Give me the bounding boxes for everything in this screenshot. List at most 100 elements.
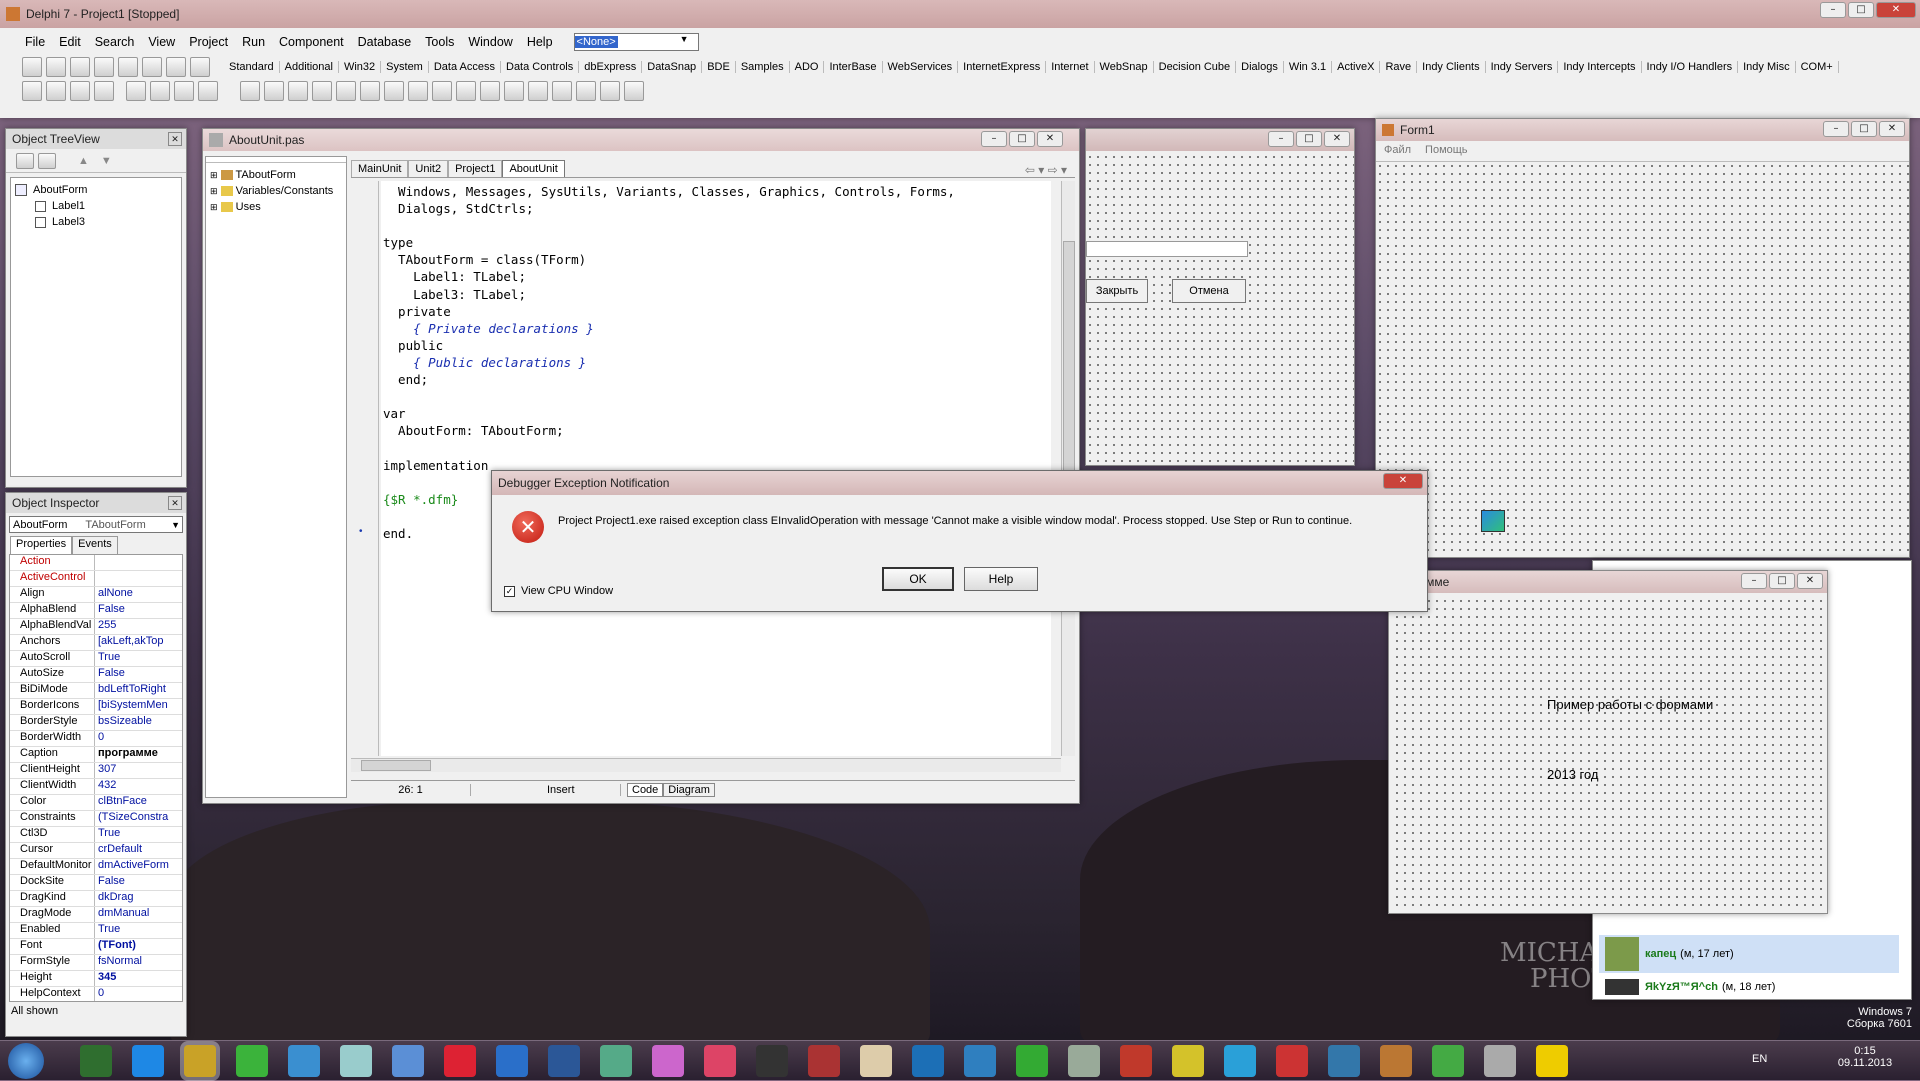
property-row[interactable]: ClientHeight 307 xyxy=(10,763,182,779)
taskbar-app-icon[interactable] xyxy=(1328,1045,1360,1077)
save-all-icon[interactable] xyxy=(94,57,114,77)
taskbar-app-icon[interactable] xyxy=(80,1045,112,1077)
menu-help-ru[interactable]: Помощь xyxy=(1425,144,1468,156)
new-item-icon[interactable] xyxy=(16,152,34,169)
palette-tab[interactable]: ADO xyxy=(790,61,825,73)
palette-tab[interactable]: Indy Intercepts xyxy=(1558,61,1642,73)
tree-item[interactable]: Label3 xyxy=(15,214,177,230)
menu-component[interactable]: Component xyxy=(272,35,351,49)
help-icon[interactable] xyxy=(190,57,210,77)
menu-tools[interactable]: Tools xyxy=(418,35,461,49)
taskbar-app-icon[interactable] xyxy=(1276,1045,1308,1077)
tab-code[interactable]: Code xyxy=(627,782,664,797)
close-button[interactable]: ✕ xyxy=(1797,573,1823,589)
property-value[interactable]: fsNormal xyxy=(95,955,182,970)
palette-tab[interactable]: Indy Misc xyxy=(1738,61,1796,73)
trace-into-icon[interactable] xyxy=(174,81,194,101)
toggle-icon[interactable] xyxy=(70,81,90,101)
property-row[interactable]: DragMode dmManual xyxy=(10,907,182,923)
property-value[interactable]: [akLeft,akTop xyxy=(95,635,182,650)
taskbar-app-icon[interactable] xyxy=(860,1045,892,1077)
menu-view[interactable]: View xyxy=(141,35,182,49)
property-row[interactable]: Constraints (TSizeConstra xyxy=(10,811,182,827)
property-value[interactable]: 0 xyxy=(95,987,182,1001)
chat-user-row[interactable]: капец (м, 17 лет) xyxy=(1599,935,1899,973)
property-value[interactable]: False xyxy=(95,603,182,618)
property-value[interactable]: False xyxy=(95,875,182,890)
tree-item-root[interactable]: AboutForm xyxy=(15,182,177,198)
palette-tab[interactable]: Internet xyxy=(1046,61,1095,73)
menu-help[interactable]: Help xyxy=(520,35,560,49)
property-row[interactable]: AutoSize False xyxy=(10,667,182,683)
pointer-icon[interactable] xyxy=(240,81,260,101)
step-over-icon[interactable] xyxy=(198,81,218,101)
palette-tab[interactable]: Data Controls xyxy=(501,61,580,73)
taskbar-app-icon[interactable] xyxy=(1432,1045,1464,1077)
taskbar-app-icon[interactable] xyxy=(1224,1045,1256,1077)
palette-tab[interactable]: COM+ xyxy=(1796,61,1839,73)
open-icon[interactable] xyxy=(46,57,66,77)
maximize-button[interactable]: □ xyxy=(1296,131,1322,147)
taskbar-app-icon[interactable] xyxy=(392,1045,424,1077)
palette-tab[interactable]: Data Access xyxy=(429,61,501,73)
listbox-icon[interactable] xyxy=(480,81,500,101)
taskbar-app-icon[interactable] xyxy=(444,1045,476,1077)
taskbar-app-icon[interactable] xyxy=(1484,1045,1516,1077)
maximize-button[interactable]: □ xyxy=(1009,131,1035,147)
tab-properties[interactable]: Properties xyxy=(10,536,73,554)
maximize-button[interactable]: □ xyxy=(1851,121,1877,137)
property-value[interactable]: 345 xyxy=(95,971,182,986)
taskbar-app-icon[interactable] xyxy=(704,1045,736,1077)
component-combo[interactable]: <None> ▼ xyxy=(573,33,699,51)
remove-file-icon[interactable] xyxy=(166,57,186,77)
taskbar-app-icon[interactable] xyxy=(756,1045,788,1077)
taskbar-app-icon[interactable] xyxy=(1536,1045,1568,1077)
palette-tab[interactable]: Dialogs xyxy=(1236,61,1284,73)
palette-tab[interactable]: InternetExpress xyxy=(958,61,1047,73)
menu-project[interactable]: Project xyxy=(182,35,235,49)
tree-item[interactable]: Label1 xyxy=(15,198,177,214)
property-value[interactable]: dmManual xyxy=(95,907,182,922)
checkbox-icon[interactable] xyxy=(432,81,452,101)
palette-tab[interactable]: Rave xyxy=(1380,61,1418,73)
property-row[interactable]: Caption программе xyxy=(10,747,182,763)
close-button[interactable]: ✕ xyxy=(1879,121,1905,137)
property-row[interactable]: Enabled True xyxy=(10,923,182,939)
taskbar-app-icon[interactable] xyxy=(132,1045,164,1077)
close-icon[interactable]: ✕ xyxy=(168,496,182,510)
property-row[interactable]: AutoScroll True xyxy=(10,651,182,667)
palette-tab[interactable]: Samples xyxy=(736,61,790,73)
down-arrow-icon[interactable]: ▼ xyxy=(101,155,112,167)
taskbar-app-icon[interactable] xyxy=(184,1045,216,1077)
palette-tab[interactable]: Indy I/O Handlers xyxy=(1642,61,1739,73)
property-row[interactable]: Ctl3D True xyxy=(10,827,182,843)
vertical-scrollbar[interactable] xyxy=(1061,181,1075,756)
minimize-button[interactable]: – xyxy=(981,131,1007,147)
property-value[interactable]: True xyxy=(95,651,182,666)
taskbar-app-icon[interactable] xyxy=(1120,1045,1152,1077)
frame-icon[interactable] xyxy=(264,81,284,101)
property-value[interactable]: True xyxy=(95,923,182,938)
palette-tab[interactable]: Win32 xyxy=(339,61,382,73)
palette-tab[interactable]: Indy Servers xyxy=(1486,61,1559,73)
help-button[interactable]: Help xyxy=(964,567,1038,591)
close-button[interactable]: ✕ xyxy=(1876,2,1916,18)
horizontal-scrollbar[interactable] xyxy=(351,758,1061,772)
menu-window[interactable]: Window xyxy=(461,35,519,49)
taskbar-app-icon[interactable] xyxy=(652,1045,684,1077)
property-value[interactable]: 307 xyxy=(95,763,182,778)
property-value[interactable] xyxy=(95,571,182,586)
run-icon[interactable] xyxy=(126,81,146,101)
property-row[interactable]: Align alNone xyxy=(10,587,182,603)
menu-file-ru[interactable]: Файл xyxy=(1384,144,1411,156)
property-row[interactable]: DefaultMonitor dmActiveForm xyxy=(10,859,182,875)
menu-search[interactable]: Search xyxy=(88,35,142,49)
close-button[interactable]: ✕ xyxy=(1037,131,1063,147)
property-row[interactable]: ClientWidth 432 xyxy=(10,779,182,795)
tab-diagram[interactable]: Diagram xyxy=(663,782,715,797)
menu-file[interactable]: File xyxy=(18,35,52,49)
property-value[interactable]: True xyxy=(95,827,182,842)
property-value[interactable]: alNone xyxy=(95,587,182,602)
clock[interactable]: 0:15 09.11.2013 xyxy=(1820,1045,1910,1069)
property-row[interactable]: ActiveControl xyxy=(10,571,182,587)
